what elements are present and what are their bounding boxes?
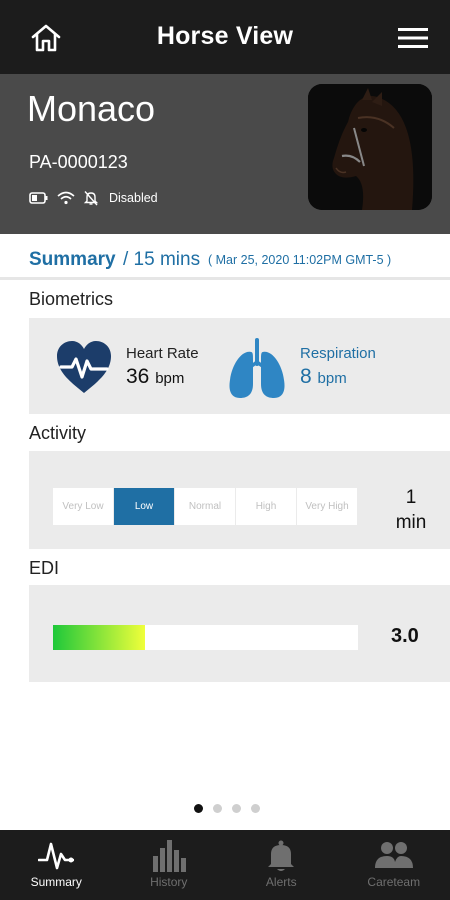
bar-chart-icon xyxy=(152,840,186,872)
battery-icon xyxy=(29,192,48,204)
heart-rate-unit: bpm xyxy=(155,370,185,387)
heart-rate-label: Heart Rate xyxy=(126,345,199,362)
activity-level-normal[interactable]: Normal xyxy=(175,488,236,525)
activity-panel: Very Low Low Normal High Very High 1 min xyxy=(29,451,450,549)
activity-duration: 1 min xyxy=(381,485,441,535)
page-dot[interactable] xyxy=(194,804,203,813)
activity-level-very-low[interactable]: Very Low xyxy=(53,488,114,525)
tab-alerts-label: Alerts xyxy=(265,875,297,889)
activity-level-low[interactable]: Low xyxy=(114,488,175,525)
lungs-icon xyxy=(229,338,285,398)
summary-duration: / 15 mins xyxy=(123,249,201,270)
tab-history-label: History xyxy=(150,875,188,889)
respiration-number: 8 xyxy=(300,365,312,388)
horse-name: Monaco xyxy=(27,88,156,129)
tab-history[interactable]: History xyxy=(113,830,226,900)
top-bar: Horse View xyxy=(0,0,450,74)
heart-rate-icon xyxy=(57,341,111,393)
page-dot[interactable] xyxy=(232,804,241,813)
horse-portrait xyxy=(308,84,432,210)
heart-rate-value: 36 bpm xyxy=(126,365,184,389)
respiration-value: 8 bpm xyxy=(300,365,347,389)
summary-label: Summary xyxy=(29,249,116,270)
horse-header: Monaco PA-0000123 Disabled xyxy=(0,74,450,234)
tab-careteam-label: Careteam xyxy=(367,875,421,889)
tab-careteam[interactable]: Careteam xyxy=(338,830,450,900)
tab-alerts[interactable]: Alerts xyxy=(225,830,338,900)
edi-bar-fill xyxy=(53,625,145,650)
menu-icon[interactable] xyxy=(398,27,428,49)
activity-level-high[interactable]: High xyxy=(236,488,297,525)
horse-photo xyxy=(308,84,432,210)
heart-rate-number: 36 xyxy=(126,365,150,388)
activity-duration-unit: min xyxy=(395,512,427,533)
page-title: Horse View xyxy=(156,22,294,50)
bottom-tab-bar: Summary History Alerts Careteam xyxy=(0,830,450,900)
notification-status: Disabled xyxy=(109,191,158,205)
horse-id: PA-0000123 xyxy=(29,152,128,172)
activity-level-very-high[interactable]: Very High xyxy=(297,488,358,525)
people-icon xyxy=(374,842,413,868)
edi-panel: 3.0 xyxy=(29,585,450,682)
edi-title: EDI xyxy=(29,558,60,578)
edi-bar xyxy=(53,625,358,650)
activity-level-selector: Very Low Low Normal High Very High xyxy=(53,488,358,525)
biometrics-title: Biometrics xyxy=(29,289,114,309)
activity-title: Activity xyxy=(29,423,87,443)
wifi-icon xyxy=(57,191,75,205)
summary-timestamp: ( Mar 25, 2020 11:02PM GMT-5 ) xyxy=(208,253,392,267)
activity-duration-value: 1 xyxy=(405,487,417,508)
biometrics-panel: Heart Rate 36 bpm Respiration 8 bpm xyxy=(29,318,450,414)
page-dot[interactable] xyxy=(251,804,260,813)
bell-off-icon xyxy=(83,191,99,206)
pulse-icon xyxy=(38,842,75,870)
page-indicator xyxy=(194,804,270,813)
respiration-label: Respiration xyxy=(300,345,376,362)
page-dot[interactable] xyxy=(213,804,222,813)
edi-value: 3.0 xyxy=(391,625,419,647)
summary-header: Summary / 15 mins ( Mar 25, 2020 11:02PM… xyxy=(0,234,450,280)
bell-icon xyxy=(268,840,295,871)
device-status: Disabled xyxy=(29,189,158,207)
tab-summary-label: Summary xyxy=(30,875,82,889)
tab-summary[interactable]: Summary xyxy=(0,830,113,900)
respiration-unit: bpm xyxy=(317,370,347,387)
